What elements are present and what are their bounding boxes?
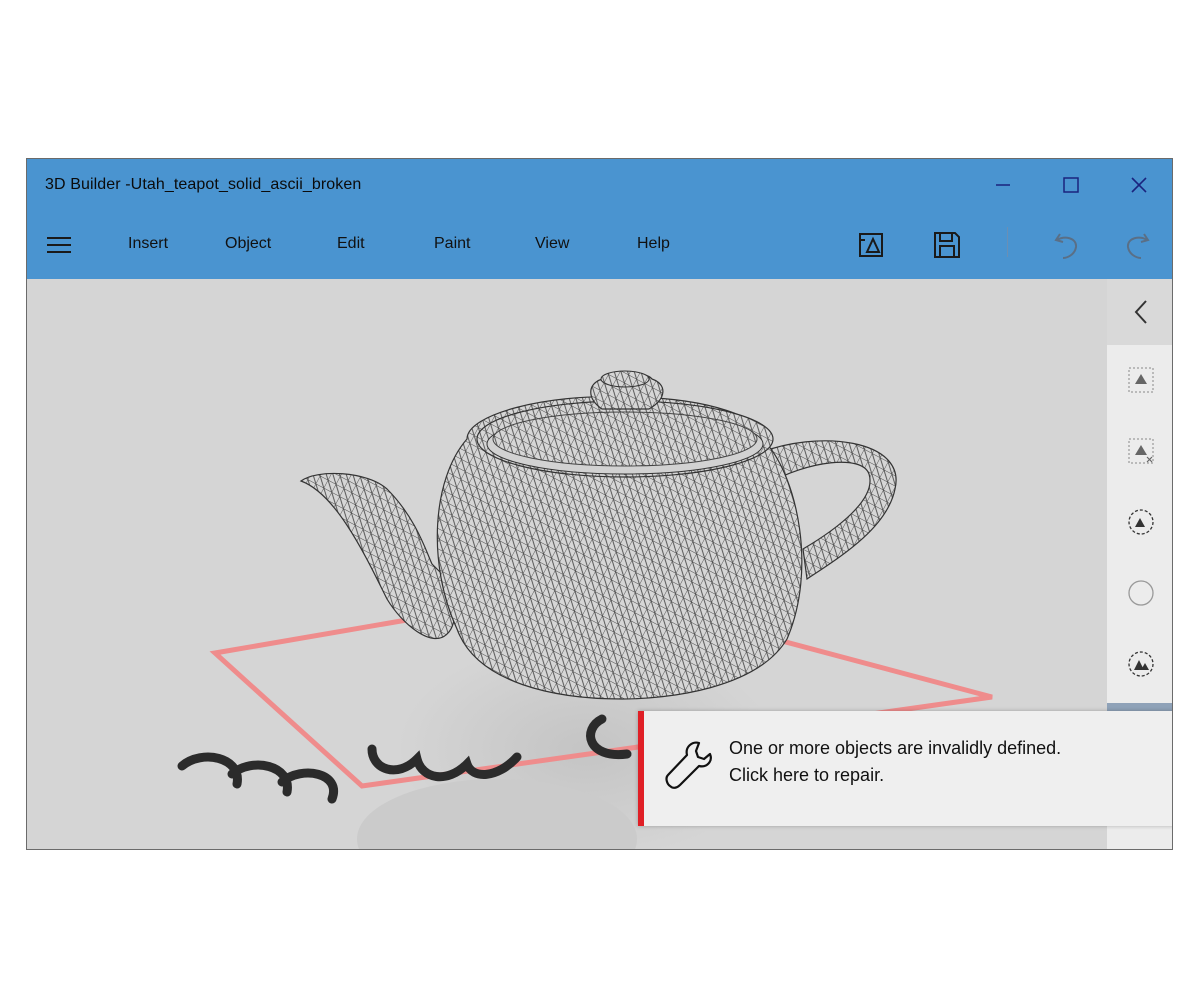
repair-notification[interactable]: One or more objects are invalidly define… [638,711,1172,826]
close-button[interactable] [1111,167,1167,203]
delete-object-button[interactable] [1125,435,1157,467]
settle-button[interactable] [1125,506,1157,538]
panel-active-strip [1107,703,1172,711]
menu-paint[interactable]: Paint [434,235,470,253]
notification-line-2: Click here to repair. [729,765,885,785]
save-button[interactable] [929,227,965,263]
hamburger-menu-icon[interactable] [45,233,73,257]
menu-bar: Insert Object Edit Paint View Help [27,211,1172,279]
menu-insert[interactable]: Insert [128,235,168,253]
print-3d-button[interactable] [853,227,889,263]
notification-line-1: One or more objects are invalidly define… [729,738,1062,758]
app-window: 3D Builder -Utah_teapot_solid_ascii_brok… [26,158,1173,850]
print-3d-icon [859,233,883,257]
save-icon [934,232,960,258]
maximize-button[interactable] [1043,167,1099,203]
close-icon [1131,177,1147,193]
notification-text: One or more objects are invalidly define… [729,735,1061,789]
chevron-left-icon [1134,300,1147,324]
logo-glyph-1 [177,752,339,804]
wrench-icon [665,741,712,789]
duplicate-button[interactable] [1125,364,1157,396]
maximize-icon [1063,177,1079,193]
redo-icon [1127,233,1150,259]
minimize-icon [996,184,1010,186]
menu-help[interactable]: Help [637,235,670,253]
undo-icon [1054,233,1077,259]
title-bar: 3D Builder -Utah_teapot_solid_ascii_brok… [27,159,1172,211]
material-icon [1128,651,1154,677]
material-button[interactable] [1125,648,1157,680]
minimize-button[interactable] [975,167,1031,203]
delete-object-icon [1128,438,1154,464]
menu-object[interactable]: Object [225,235,271,253]
menu-view[interactable]: View [535,235,569,253]
redo-button[interactable] [1119,227,1155,263]
circle-button[interactable] [1125,577,1157,609]
circle-icon [1128,580,1154,606]
menu-edit[interactable]: Edit [337,235,365,253]
toolbar-divider [1007,227,1008,257]
undo-button[interactable] [1049,227,1085,263]
settle-icon [1128,509,1154,535]
duplicate-icon [1128,367,1154,393]
collapse-panel-button[interactable] [1107,279,1172,345]
window-title: 3D Builder -Utah_teapot_solid_ascii_brok… [45,176,362,193]
